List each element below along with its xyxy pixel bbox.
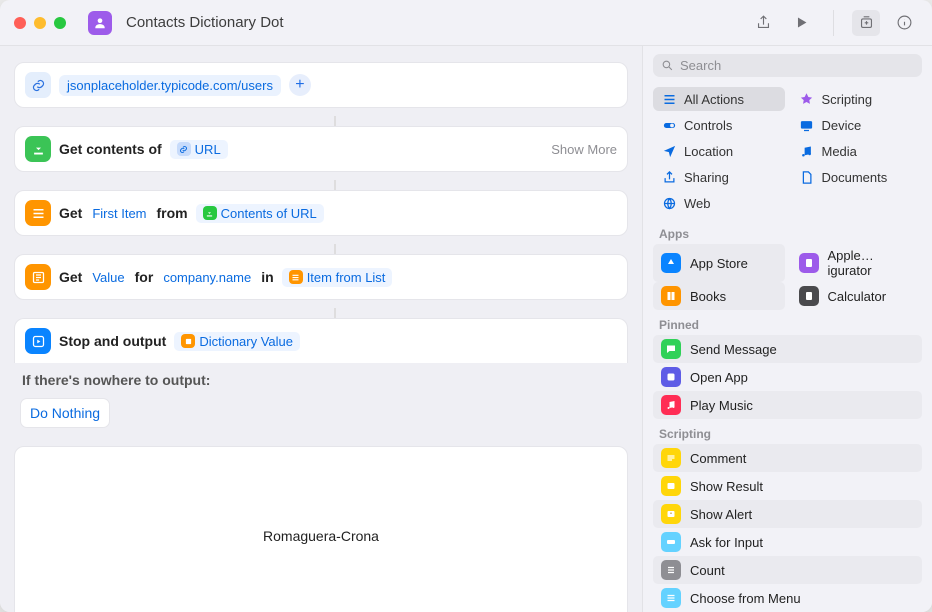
action-play-music[interactable]: Play Music	[653, 391, 922, 419]
action-send-message[interactable]: Send Message	[653, 335, 922, 363]
step-first-item[interactable]: Get First Item from Contents of URL	[14, 190, 628, 236]
search-input[interactable]: Search	[653, 54, 922, 77]
url-value[interactable]: jsonplaceholder.typicode.com/users	[59, 75, 281, 96]
step-stop-output[interactable]: Stop and output Dictionary Value	[14, 318, 628, 363]
share-button[interactable]	[749, 10, 777, 36]
from-label: from	[157, 205, 188, 221]
dictionary-value-chip[interactable]: Dictionary Value	[174, 332, 300, 351]
app-configurator[interactable]: Apple…igurator	[791, 244, 923, 282]
value-param[interactable]: Value	[90, 267, 126, 288]
category-grid: All Actions Scripting Controls Device Lo…	[643, 87, 932, 219]
section-pinned-label: Pinned	[643, 310, 932, 335]
item-from-list-chip[interactable]: Item from List	[282, 268, 393, 287]
cat-scripting[interactable]: Scripting	[791, 87, 923, 111]
pinned-list: Send Message Open App Play Music	[643, 335, 932, 419]
first-item-param[interactable]: First Item	[90, 203, 148, 224]
contents-of-url-chip[interactable]: Contents of URL	[196, 204, 324, 223]
action-ask-input[interactable]: Ask for Input	[653, 528, 922, 556]
action-show-result[interactable]: Show Result	[653, 472, 922, 500]
library-button[interactable]	[852, 10, 880, 36]
step-get-contents[interactable]: Get contents of URL Show More	[14, 126, 628, 172]
app-calculator[interactable]: Calculator	[791, 282, 923, 310]
step-get-value[interactable]: Get Value for company.name in Item from …	[14, 254, 628, 300]
action-open-app[interactable]: Open App	[653, 363, 922, 391]
action-choose-menu[interactable]: Choose from Menu	[653, 584, 922, 612]
output-icon	[25, 328, 51, 354]
cat-sharing[interactable]: Sharing	[653, 165, 785, 189]
section-apps-label: Apps	[643, 219, 932, 244]
download-icon	[25, 136, 51, 162]
info-button[interactable]	[890, 10, 918, 36]
link-icon	[25, 72, 51, 98]
list-icon	[25, 200, 51, 226]
key-param[interactable]: company.name	[161, 267, 253, 288]
section-scripting-label: Scripting	[643, 419, 932, 444]
window-title: Contacts Dictionary Dot	[126, 14, 284, 31]
dictionary-icon	[25, 264, 51, 290]
minimize-window[interactable]	[34, 17, 46, 29]
get-contents-label: Get contents of	[59, 141, 162, 157]
search-placeholder: Search	[680, 58, 721, 73]
output-preview: Romaguera-Crona	[14, 446, 628, 612]
titlebar: Contacts Dictionary Dot	[0, 0, 932, 46]
show-more[interactable]: Show More	[551, 142, 617, 157]
close-window[interactable]	[14, 17, 26, 29]
get-label: Get	[59, 205, 82, 221]
url-param[interactable]: URL	[170, 140, 228, 159]
cat-all-actions[interactable]: All Actions	[653, 87, 785, 111]
in-label: in	[261, 269, 273, 285]
shortcut-icon	[88, 11, 112, 35]
stop-output-label: Stop and output	[59, 333, 166, 349]
window-controls	[14, 17, 66, 29]
nowhere-output: If there's nowhere to output: Do Nothing	[14, 363, 628, 438]
cat-media[interactable]: Media	[791, 139, 923, 163]
action-comment[interactable]: Comment	[653, 444, 922, 472]
apps-list: App Store Apple…igurator Books Calculato…	[643, 244, 932, 310]
step-url[interactable]: jsonplaceholder.typicode.com/users +	[14, 62, 628, 108]
cat-device[interactable]: Device	[791, 113, 923, 137]
action-count[interactable]: Count	[653, 556, 922, 584]
cat-documents[interactable]: Documents	[791, 165, 923, 189]
workflow-canvas: jsonplaceholder.typicode.com/users + Get…	[0, 46, 642, 612]
run-button[interactable]	[787, 10, 815, 36]
get-label-2: Get	[59, 269, 82, 285]
cat-location[interactable]: Location	[653, 139, 785, 163]
nowhere-label: If there's nowhere to output:	[22, 372, 622, 388]
cat-controls[interactable]: Controls	[653, 113, 785, 137]
shortcuts-editor: Contacts Dictionary Dot jsonplaceholder.…	[0, 0, 932, 612]
actions-sidebar: Search All Actions Scripting Controls De…	[642, 46, 932, 612]
do-nothing-option[interactable]: Do Nothing	[20, 398, 110, 428]
app-books[interactable]: Books	[653, 282, 785, 310]
scripting-list: Comment Show Result Show Alert Ask for I…	[643, 444, 932, 612]
add-url-button[interactable]: +	[289, 74, 311, 96]
zoom-window[interactable]	[54, 17, 66, 29]
cat-web[interactable]: Web	[653, 191, 785, 215]
output-text: Romaguera-Crona	[263, 528, 379, 544]
for-label: for	[135, 269, 154, 285]
app-appstore[interactable]: App Store	[653, 244, 785, 282]
action-show-alert[interactable]: Show Alert	[653, 500, 922, 528]
